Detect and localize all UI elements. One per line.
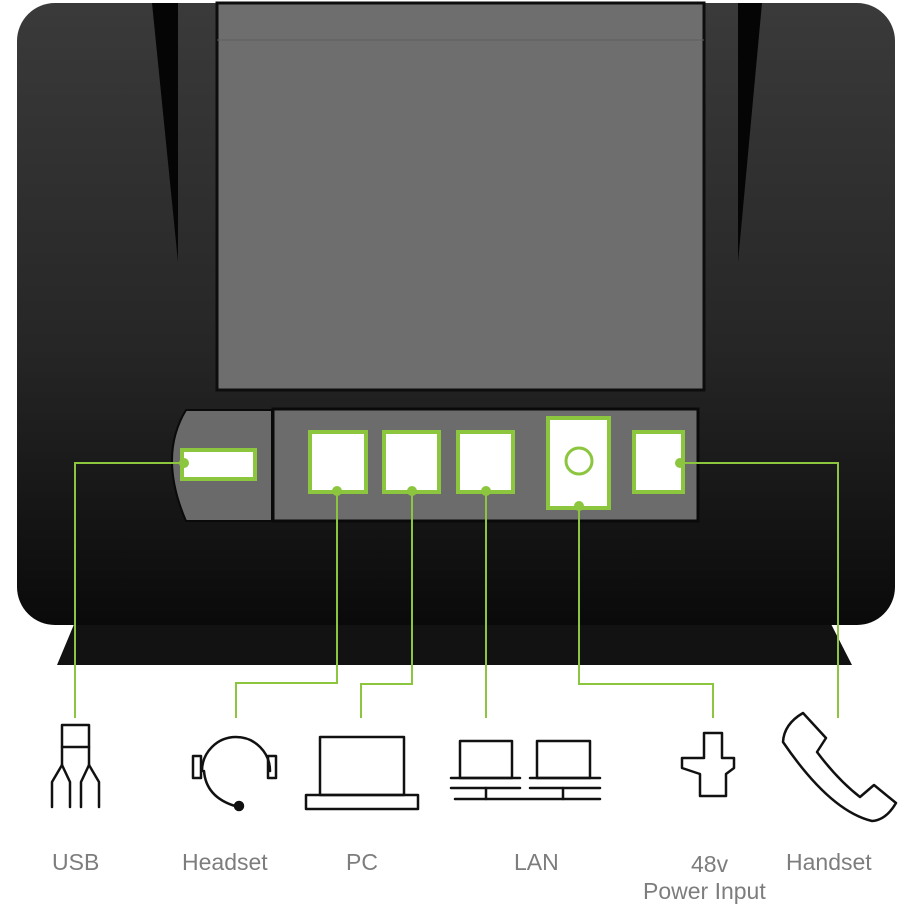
phone-handset-icon: [781, 711, 898, 823]
usb-connector-dot: [179, 458, 189, 468]
power-input-label: Power Input: [643, 878, 766, 904]
lan-label: LAN: [514, 849, 559, 875]
handset-connector-dot: [675, 458, 685, 468]
pc-label: PC: [346, 849, 378, 875]
pc-connector-dot: [407, 486, 417, 496]
headset-connector-dot: [332, 486, 342, 496]
network-computers-icon: [449, 739, 602, 801]
pc-port: [382, 430, 441, 494]
usb-port: [180, 448, 257, 481]
power-plug-icon: [680, 731, 736, 798]
display-screen: [215, 1, 706, 392]
power-connector-dot: [574, 501, 584, 511]
lan-port: [456, 430, 515, 494]
diagram-canvas: [17, 1, 898, 823]
headset-port: [308, 430, 368, 494]
device-stand: [57, 622, 852, 665]
power-voltage-label: 48v: [691, 851, 729, 877]
lan-connector-dot: [481, 486, 491, 496]
port-diagram: USB Headset PC LAN 48v Power Input Hands…: [0, 0, 906, 911]
laptop-icon: [304, 735, 420, 811]
usb-label: USB: [52, 849, 100, 875]
handset-label: Handset: [786, 849, 872, 875]
power-port: [546, 416, 611, 510]
headset-label: Headset: [182, 849, 268, 875]
headset-icon: [191, 735, 278, 812]
usb-connector-icon: [50, 723, 101, 809]
